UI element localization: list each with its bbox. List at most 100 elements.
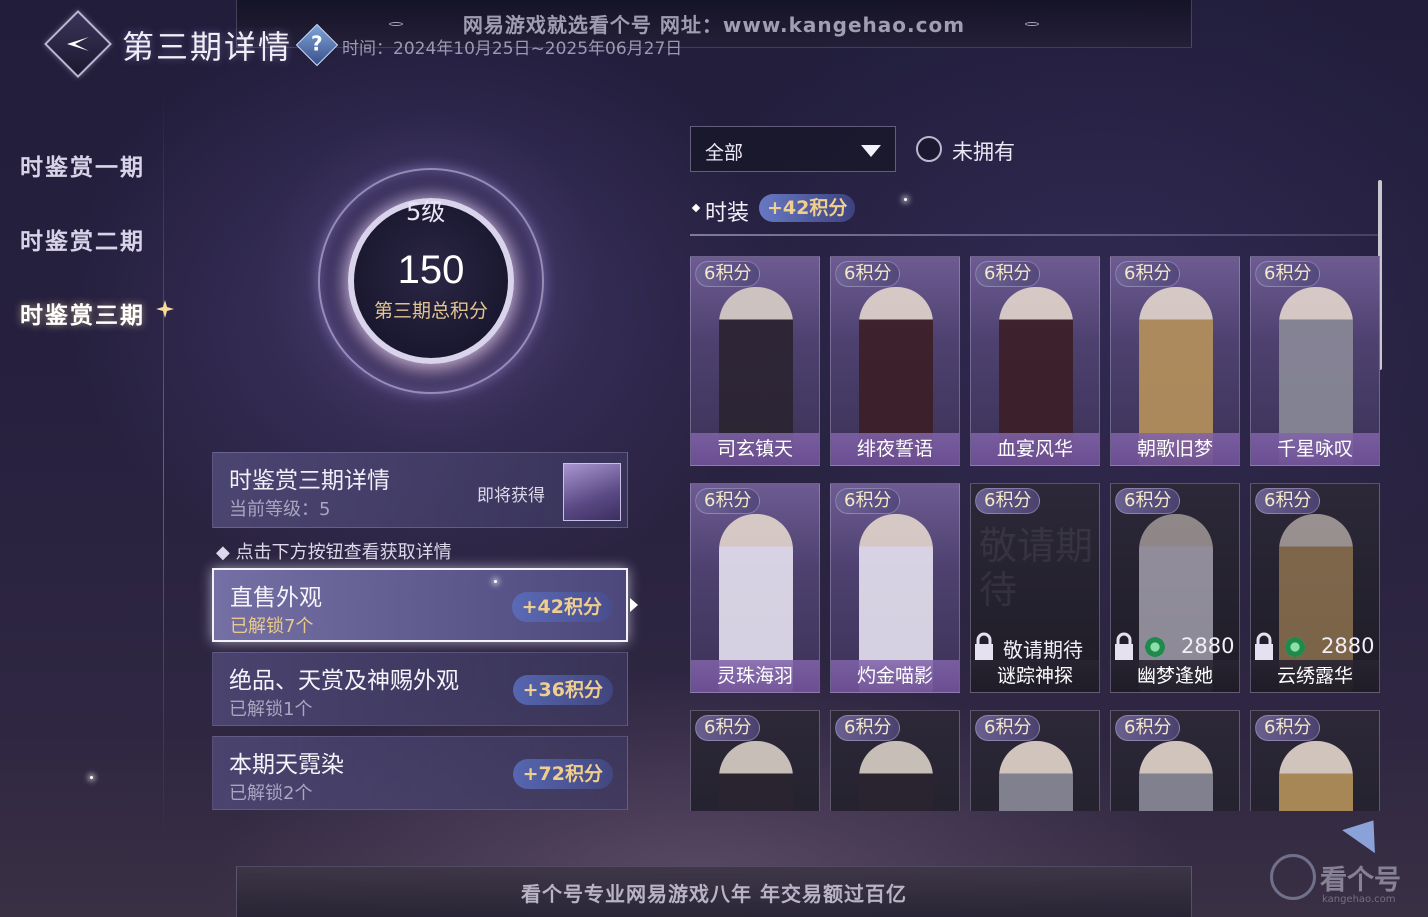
points-badge: 6积分 xyxy=(975,488,1041,514)
outfit-card[interactable]: 敬请期待 6积分 敬请期待 谜踪神探 xyxy=(970,483,1100,693)
jade-coin-icon xyxy=(1145,637,1165,657)
time-range: 时间：2024年10月25日~2025年06月27日 xyxy=(342,39,683,59)
category-unlocked: 已解锁2个 xyxy=(229,783,313,804)
outfit-figure xyxy=(1279,741,1353,811)
active-marker-icon xyxy=(156,300,174,318)
bottom-banner: 看个号专业网易游戏八年 年交易额过百亿 xyxy=(236,866,1192,917)
nav-item-period-2[interactable]: 时鉴赏二期 xyxy=(20,222,145,256)
outfit-figure xyxy=(719,741,793,811)
level-text: 5级 xyxy=(406,198,446,226)
points-badge: 6积分 xyxy=(695,488,761,514)
outfit-card[interactable]: 6积分 血宴风华 xyxy=(970,256,1100,466)
points-badge: 6积分 xyxy=(1115,261,1181,287)
points-badge: 6积分 xyxy=(835,488,901,514)
hint-text: ◆ 点击下方按钮查看获取详情 xyxy=(216,542,452,563)
outfit-price: 2880 xyxy=(1181,634,1235,658)
outfit-card[interactable]: 6积分 灵珠海羽 xyxy=(690,483,820,693)
back-arrow-icon xyxy=(67,37,89,51)
outfit-figure xyxy=(1139,741,1213,811)
eye-logo-icon xyxy=(1270,854,1316,900)
page-title: 第三期详情 xyxy=(122,28,293,66)
nav-item-period-3[interactable]: 时鉴赏三期 xyxy=(20,296,145,330)
sparkle-decoration xyxy=(90,776,93,779)
outfit-grid: 6积分 司玄镇天 6积分 绯夜誓语 6积分 血宴风华 6积分 朝歌旧梦 6积分 … xyxy=(690,256,1380,811)
category-unlocked: 已解锁7个 xyxy=(230,616,314,637)
section-title: 时装 xyxy=(705,201,750,226)
lock-icon xyxy=(1115,632,1133,660)
banner-ornament-right xyxy=(1025,22,1039,26)
category-points: +42积分 xyxy=(511,592,612,622)
outfit-card[interactable]: 6积分 xyxy=(1250,710,1380,811)
points-badge: 6积分 xyxy=(1255,715,1321,741)
section-divider xyxy=(690,234,1378,236)
outfit-figure xyxy=(859,741,933,811)
filter-select-value: 全部 xyxy=(705,142,744,164)
detail-title: 时鉴赏三期详情 xyxy=(229,468,390,494)
outfit-name: 幽梦逢她 xyxy=(1111,660,1239,692)
outfit-card[interactable]: 6积分 朝歌旧梦 xyxy=(1110,256,1240,466)
outfit-name: 云绣露华 xyxy=(1251,660,1379,692)
section-bullet-icon xyxy=(691,203,701,213)
category-premium[interactable]: 绝品、天赏及神赐外观 已解锁1个 +36积分 xyxy=(212,652,628,726)
outfit-name: 司玄镇天 xyxy=(691,433,819,465)
period-detail-panel[interactable]: 时鉴赏三期详情 当前等级：5 即将获得 xyxy=(212,452,628,528)
chevron-down-icon xyxy=(861,145,881,157)
not-owned-toggle[interactable] xyxy=(916,136,942,162)
logo-text: 看个号 xyxy=(1320,865,1401,896)
reward-thumbnail[interactable] xyxy=(563,463,621,521)
points-badge: 6积分 xyxy=(695,715,761,741)
nav-item-period-1[interactable]: 时鉴赏一期 xyxy=(20,148,145,182)
active-category-arrow-icon xyxy=(630,598,638,612)
category-title: 绝品、天赏及神赐外观 xyxy=(229,668,459,694)
outfit-card[interactable]: 6积分 xyxy=(1110,710,1240,811)
category-title: 本期天霓染 xyxy=(229,752,344,778)
outfit-card[interactable]: 6积分 2880 幽梦逢她 xyxy=(1110,483,1240,693)
hint-label: 点击下方按钮查看获取详情 xyxy=(235,542,452,563)
total-score-label: 第三期总积分 xyxy=(373,300,488,322)
nav-divider xyxy=(163,85,164,845)
outfit-card[interactable]: 6积分 千星咏叹 xyxy=(1250,256,1380,466)
site-logo: 看个号 kangehao.com xyxy=(1262,852,1422,912)
outfit-card[interactable]: 6积分 灼金喵影 xyxy=(830,483,960,693)
next-arrow-icon[interactable] xyxy=(1342,808,1390,854)
category-unlocked: 已解锁1个 xyxy=(229,699,313,720)
bottom-banner-text: 看个号专业网易游戏八年 年交易额过百亿 xyxy=(521,881,907,906)
points-badge: 6积分 xyxy=(1255,261,1321,287)
coming-soon-watermark: 敬请期待 xyxy=(979,524,1094,612)
category-points: +36积分 xyxy=(512,675,613,705)
category-dye[interactable]: 本期天霓染 已解锁2个 +72积分 xyxy=(212,736,628,810)
category-title: 直售外观 xyxy=(230,585,322,611)
outfit-card[interactable]: 6积分 xyxy=(830,710,960,811)
filter-select[interactable]: 全部 xyxy=(690,126,896,172)
back-button[interactable] xyxy=(44,10,112,78)
points-badge: 6积分 xyxy=(975,715,1041,741)
sparkle-decoration xyxy=(904,198,907,201)
lock-icon xyxy=(975,632,993,660)
outfit-name: 绯夜誓语 xyxy=(831,433,959,465)
points-badge: 6积分 xyxy=(1115,488,1181,514)
outfit-card[interactable]: 6积分 司玄镇天 xyxy=(690,256,820,466)
points-badge: 6积分 xyxy=(695,261,761,287)
outfit-name: 血宴风华 xyxy=(971,433,1099,465)
lock-icon xyxy=(1255,632,1273,660)
points-badge: 6积分 xyxy=(835,261,901,287)
outfit-card[interactable]: 6积分 xyxy=(970,710,1100,811)
category-points: +72积分 xyxy=(512,759,613,789)
points-badge: 6积分 xyxy=(835,715,901,741)
banner-ornament-left xyxy=(389,22,403,26)
outfit-name: 灼金喵影 xyxy=(831,660,959,692)
section-points: +42积分 xyxy=(759,194,856,222)
question-icon: ? xyxy=(311,31,323,56)
category-direct-sale[interactable]: 直售外观 已解锁7个 +42积分 xyxy=(212,568,628,642)
soon-obtain-label: 即将获得 xyxy=(477,486,545,506)
points-badge: 6积分 xyxy=(1255,488,1321,514)
outfit-price: 2880 xyxy=(1321,634,1375,658)
points-badge: 6积分 xyxy=(1115,715,1181,741)
outfit-card[interactable]: 6积分 xyxy=(690,710,820,811)
total-score: 150 xyxy=(397,248,465,292)
outfit-card[interactable]: 6积分 2880 云绣露华 xyxy=(1250,483,1380,693)
not-owned-label[interactable]: 未拥有 xyxy=(952,136,1015,166)
outfit-card[interactable]: 6积分 绯夜誓语 xyxy=(830,256,960,466)
outfit-name: 谜踪神探 xyxy=(971,660,1099,692)
points-badge: 6积分 xyxy=(975,261,1041,287)
